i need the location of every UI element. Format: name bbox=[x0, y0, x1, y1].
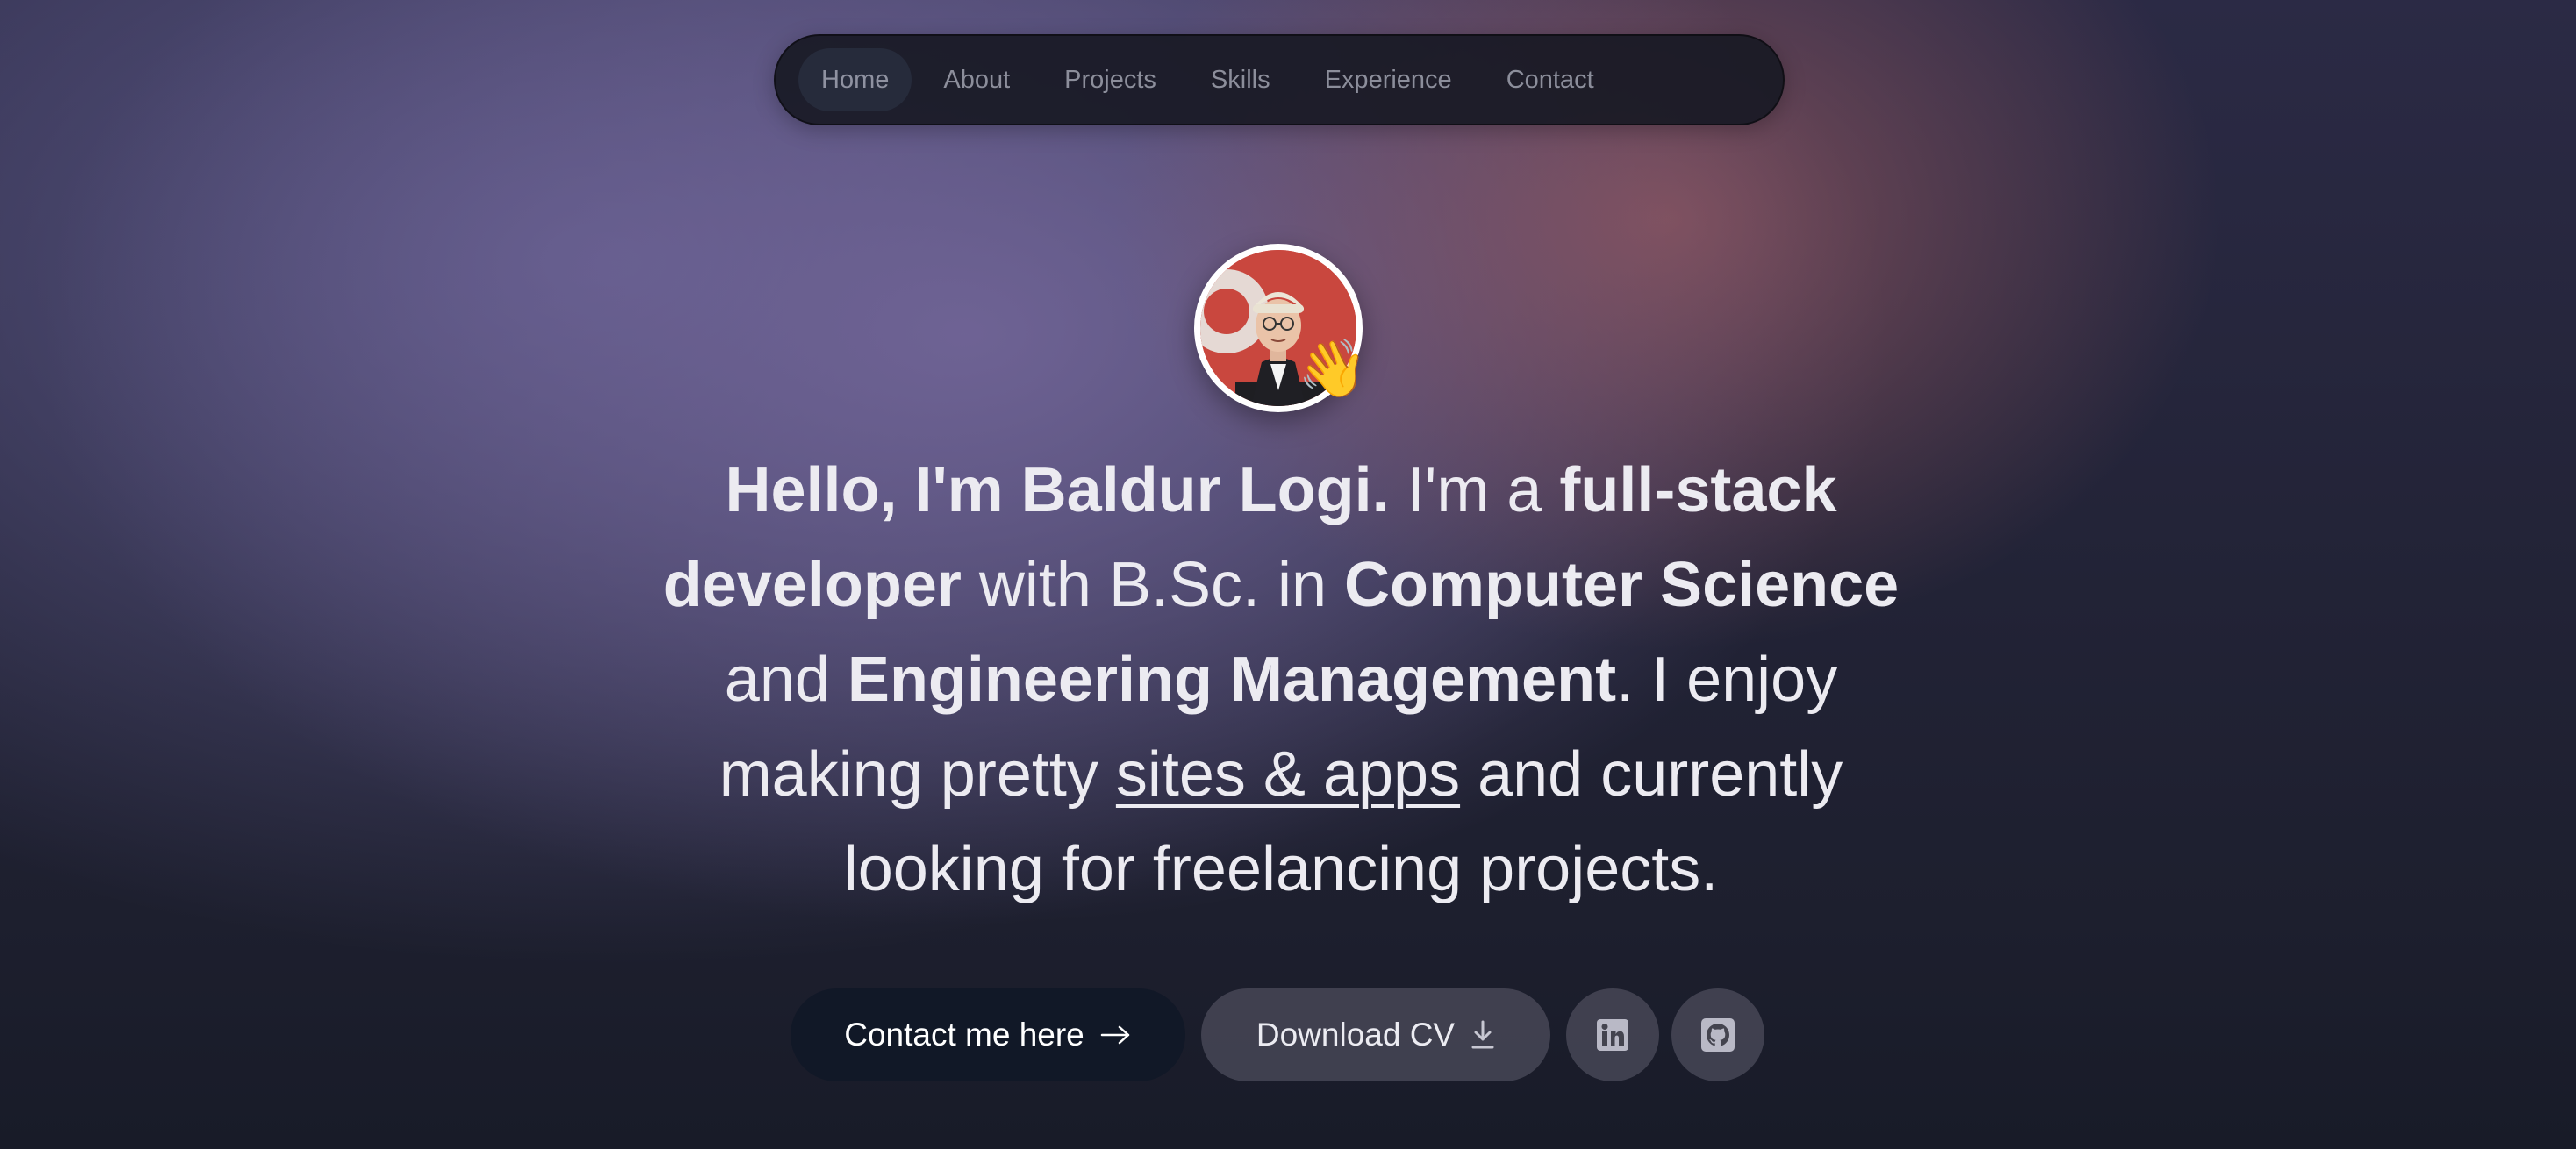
waving-hand-icon: 👋 bbox=[1298, 337, 1368, 400]
nav-skills[interactable]: Skills bbox=[1188, 48, 1293, 111]
linkedin-button[interactable] bbox=[1566, 988, 1659, 1081]
arrow-right-icon bbox=[1100, 1025, 1130, 1045]
download-cv-label: Download CV bbox=[1256, 1017, 1456, 1053]
contact-button-label: Contact me here bbox=[844, 1017, 1084, 1053]
headline-text: and bbox=[724, 645, 848, 715]
top-navigation: Home About Projects Skills Experience Co… bbox=[774, 34, 1785, 125]
hero-actions: Contact me here Download CV bbox=[791, 988, 1777, 1082]
nav-contact[interactable]: Contact bbox=[1484, 48, 1617, 111]
avatar-container: 👋 bbox=[1194, 244, 1368, 412]
contact-button[interactable]: Contact me here bbox=[791, 988, 1185, 1081]
hero-headline: Hello, I'm Baldur Logi. I'm a full-stack… bbox=[614, 443, 1948, 917]
nav-experience[interactable]: Experience bbox=[1302, 48, 1475, 111]
headline-text: with B.Sc. in bbox=[961, 550, 1345, 620]
download-icon bbox=[1471, 1020, 1494, 1049]
download-cv-button[interactable]: Download CV bbox=[1201, 988, 1550, 1081]
headline-text: I'm a bbox=[1389, 455, 1560, 525]
headline-name: Hello, I'm Baldur Logi. bbox=[725, 455, 1390, 525]
nav-home[interactable]: Home bbox=[798, 48, 912, 111]
headline-degree-2: Engineering Management bbox=[847, 645, 1617, 715]
linkedin-icon bbox=[1597, 1019, 1628, 1051]
github-icon bbox=[1701, 1018, 1735, 1052]
nav-projects[interactable]: Projects bbox=[1041, 48, 1179, 111]
sites-apps-link[interactable]: sites & apps bbox=[1116, 739, 1460, 810]
headline-degree: Computer Science bbox=[1344, 550, 1900, 620]
nav-about[interactable]: About bbox=[920, 48, 1033, 111]
github-button[interactable] bbox=[1671, 988, 1764, 1081]
